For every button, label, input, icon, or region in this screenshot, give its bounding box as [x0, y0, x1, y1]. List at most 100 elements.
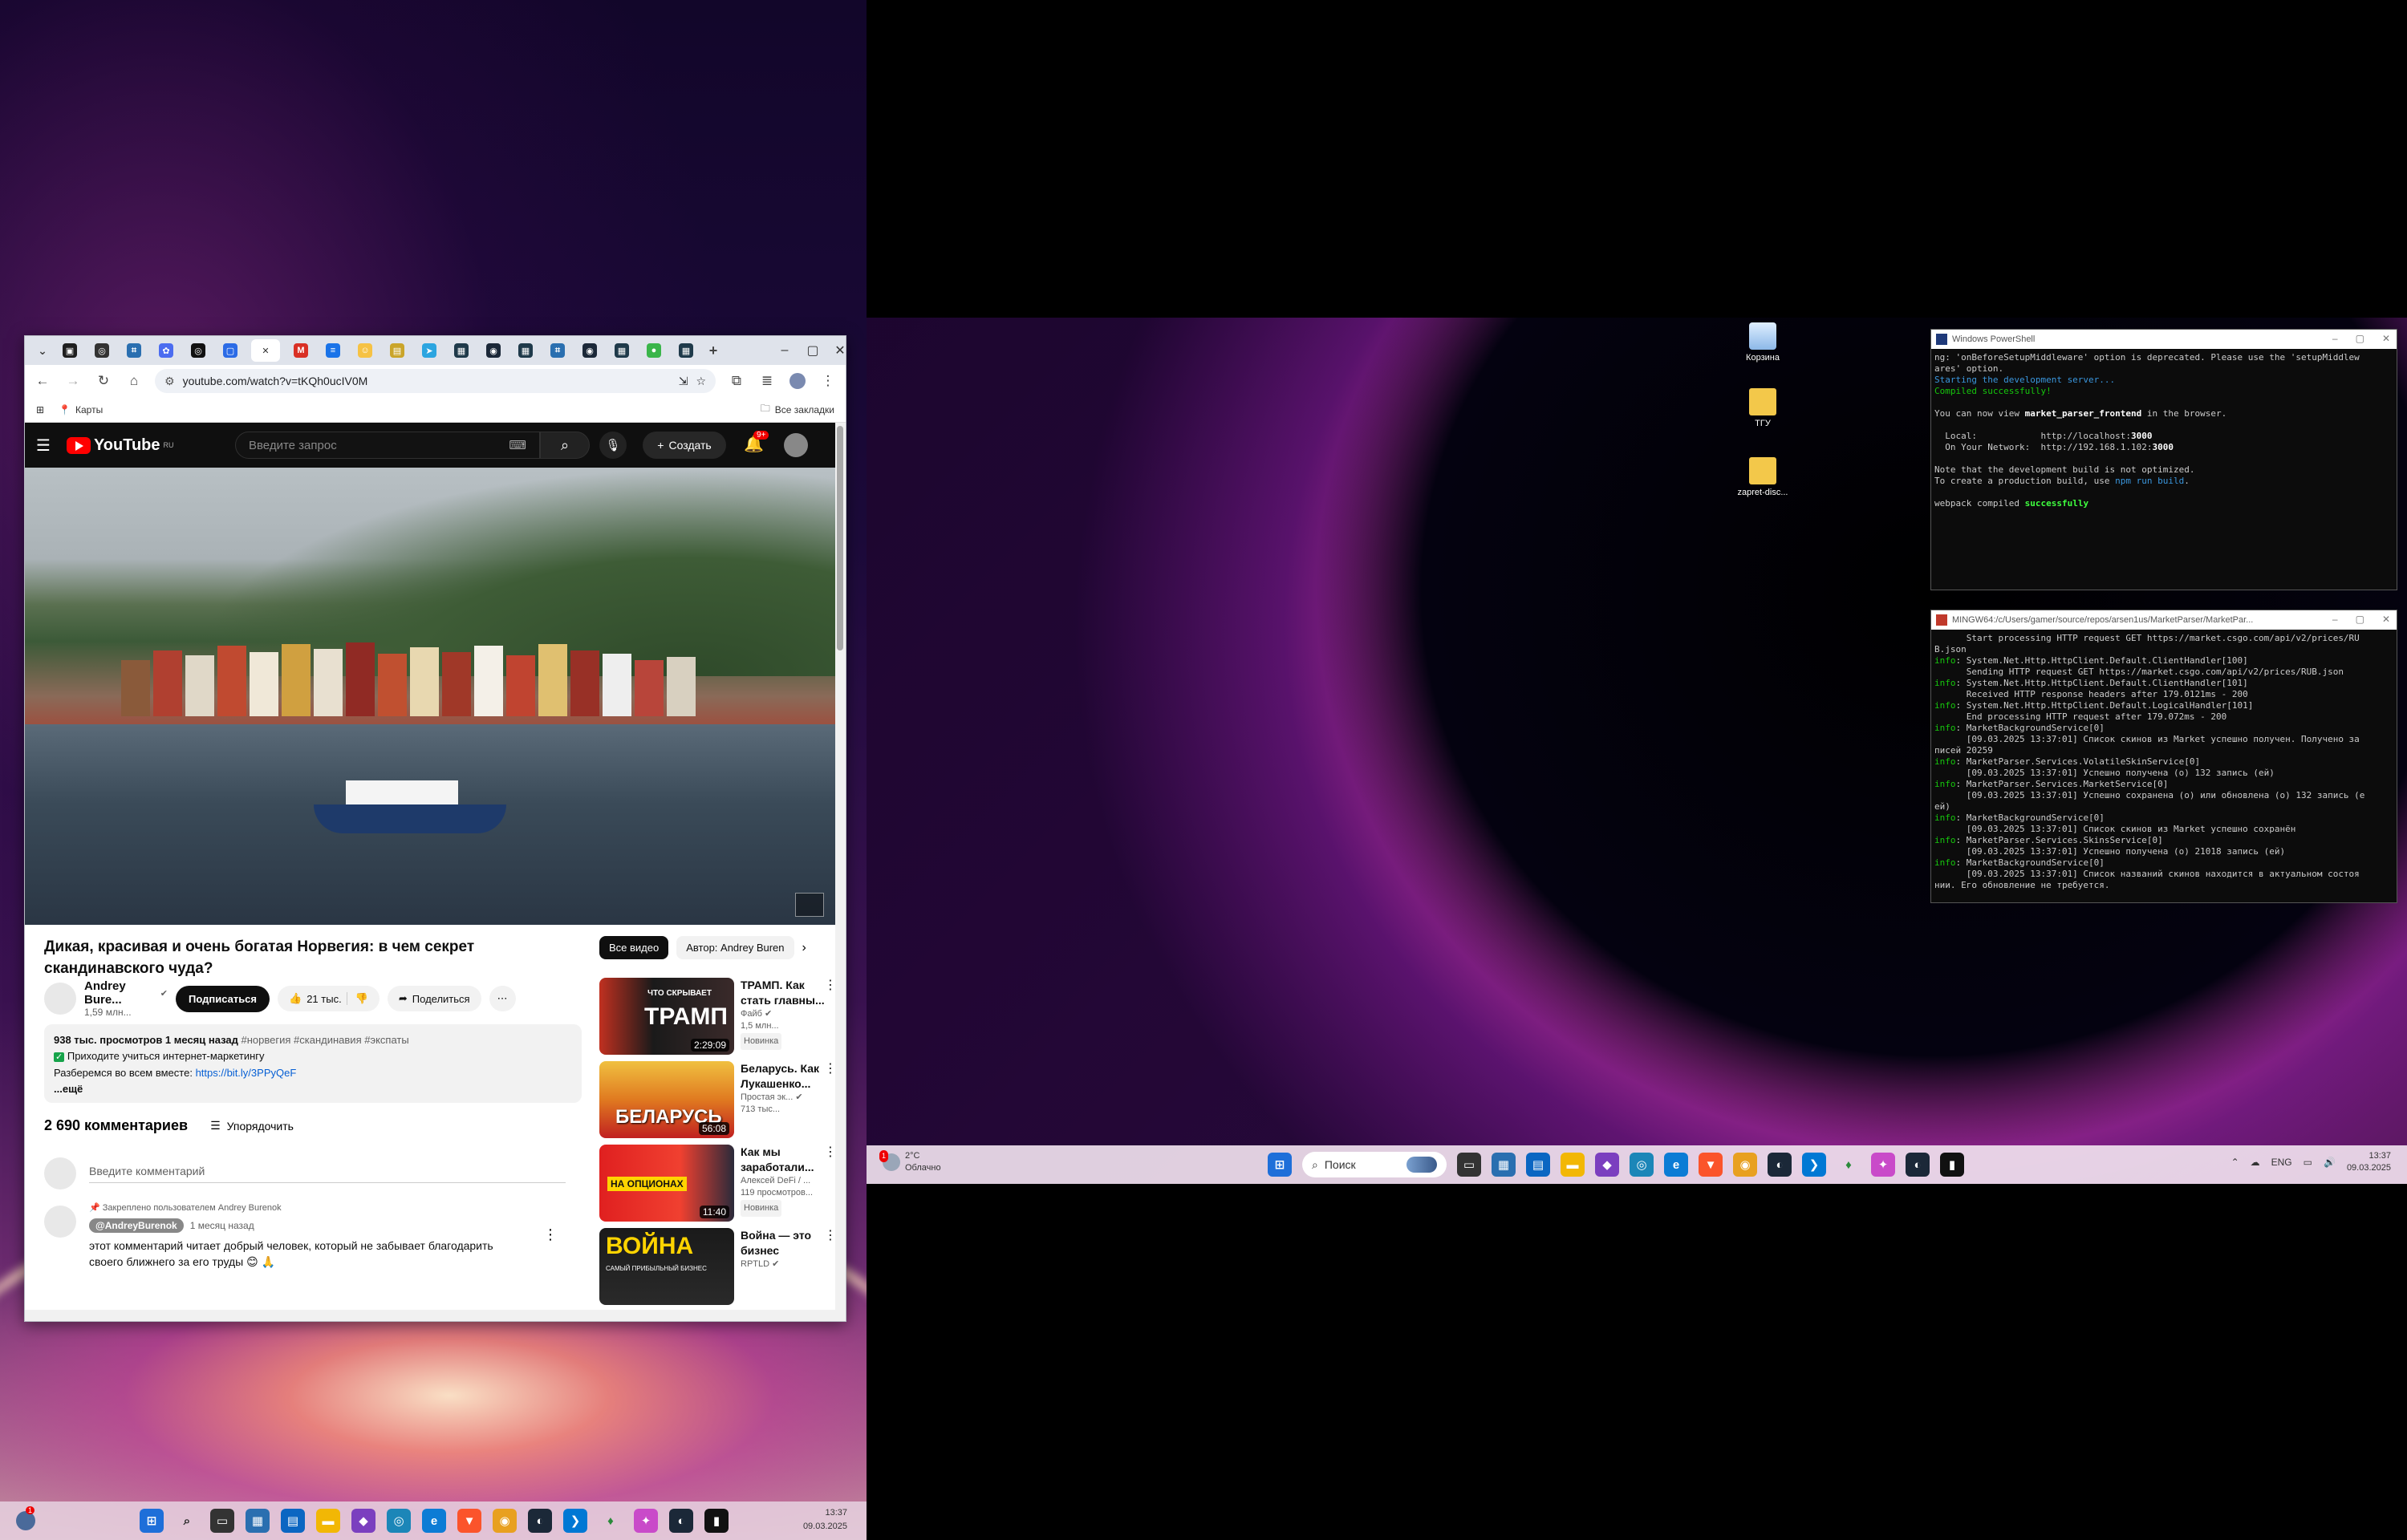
youtube-search-input[interactable]: Введите запрос ⌨ — [235, 432, 540, 459]
browser-tab[interactable]: ⌗ — [123, 339, 145, 362]
desktop-icon-recycle-bin[interactable]: Корзина — [1735, 322, 1791, 363]
create-button[interactable]: + Создать — [643, 432, 726, 459]
subscribe-button[interactable]: Подписаться — [176, 985, 270, 1012]
browser-tab[interactable]: ≡ — [322, 339, 344, 362]
widgets-icon[interactable] — [16, 1511, 35, 1530]
rec-video-1[interactable]: ЧТО СКРЫВАЕТ ТРАМП 2:29:09 ТРАМП. Как ст… — [599, 978, 835, 1058]
terminal-icon[interactable]: ▮ — [1940, 1153, 1964, 1177]
profile-avatar[interactable] — [788, 371, 807, 391]
like-button[interactable]: 👍 21 тыс. 👎 — [278, 986, 380, 1011]
chips-next-icon[interactable]: › — [802, 941, 806, 955]
scrollbar-thumb[interactable] — [837, 426, 843, 650]
search-icon[interactable]: ⌕ — [175, 1509, 199, 1533]
rec-video-3[interactable]: НА ОПЦИОНАХ 11:40 Как мы заработали... А… — [599, 1145, 835, 1225]
maximize-button[interactable]: ▢ — [2356, 333, 2364, 344]
edge-icon[interactable]: e — [1664, 1153, 1688, 1177]
taskbar-search[interactable]: ⌕ Поиск — [1302, 1152, 1447, 1177]
rec-more-icon[interactable]: ⋮ — [824, 978, 835, 993]
voice-search-button[interactable]: 🎙 — [599, 432, 627, 459]
rec-more-icon[interactable]: ⋮ — [824, 1228, 835, 1243]
browser-tab[interactable]: ◉ — [578, 339, 601, 362]
video-description[interactable]: 938 тыс. просмотров 1 месяц назад #норве… — [44, 1024, 582, 1103]
show-more-button[interactable]: ...ещё — [54, 1081, 572, 1097]
bookmark-maps[interactable]: 📍 Карты — [59, 404, 103, 415]
close-window-button[interactable]: ✕ — [2382, 614, 2390, 625]
comment-more-icon[interactable]: ⋮ — [543, 1226, 558, 1243]
start-icon[interactable]: ⊞ — [1268, 1153, 1292, 1177]
back-icon[interactable]: ← — [33, 371, 52, 391]
store-icon[interactable]: ▤ — [1526, 1153, 1550, 1177]
browser-tab[interactable]: ▦ — [514, 339, 537, 362]
horizontal-scrollbar[interactable] — [25, 1310, 846, 1321]
file-explorer-icon[interactable]: ▬ — [316, 1509, 340, 1533]
desc-link[interactable]: https://bit.ly/3PPyQeF — [196, 1067, 297, 1079]
visual-studio-icon[interactable]: ◆ — [1595, 1153, 1619, 1177]
taskbar-right-clock[interactable]: 13:37 09.03.2025 — [2347, 1150, 2391, 1174]
install-icon[interactable]: ⇲ — [679, 375, 688, 388]
steam-icon[interactable]: ◐ — [528, 1509, 552, 1533]
rec-thumb-1[interactable]: ЧТО СКРЫВАЕТ ТРАМП 2:29:09 — [599, 978, 734, 1055]
browser-tab[interactable]: ◉ — [482, 339, 505, 362]
start-icon[interactable]: ⊞ — [140, 1509, 164, 1533]
rec-video-2[interactable]: БЕЛАРУСЬ 56:08 Беларусь. Как Лукашенко..… — [599, 1061, 835, 1141]
terminal-icon[interactable]: ▮ — [704, 1509, 729, 1533]
browser-tab[interactable]: ⌗ — [546, 339, 569, 362]
sort-comments-button[interactable]: ☰ Упорядочить — [210, 1119, 294, 1133]
forward-icon[interactable]: → — [63, 371, 83, 391]
mingw-output[interactable]: Start processing HTTP request GET https:… — [1931, 630, 2397, 894]
browser-tab[interactable]: ▢ — [219, 339, 242, 362]
browser-tab[interactable]: ● — [643, 339, 665, 362]
volume-icon[interactable]: 🔊 — [2324, 1157, 2336, 1168]
visual-studio-icon[interactable]: ◆ — [351, 1509, 375, 1533]
steam-icon-2[interactable]: ◐ — [1906, 1153, 1930, 1177]
search-button[interactable]: ⌕ — [540, 432, 590, 459]
figma-icon[interactable]: ✦ — [1871, 1153, 1895, 1177]
brave-icon[interactable]: ▼ — [457, 1509, 481, 1533]
network-icon[interactable]: ▭ — [2303, 1157, 2312, 1168]
new-tab-button[interactable]: + — [702, 339, 725, 362]
comment-input[interactable]: Введите комментарий — [89, 1165, 566, 1183]
vscode-icon[interactable]: ❯ — [1802, 1153, 1826, 1177]
keyboard-icon[interactable]: ⌨ — [509, 438, 526, 452]
browser-tab[interactable]: ☺ — [354, 339, 376, 362]
channel-name[interactable]: Andrey Bure... — [84, 979, 157, 1007]
media-icon[interactable]: ≣ — [757, 371, 777, 391]
thumbs-down-icon[interactable]: 👎 — [346, 992, 368, 1005]
chip-author[interactable]: Автор: Andrey Buren — [676, 936, 794, 959]
browser-tab[interactable]: ✿ — [155, 339, 177, 362]
mongodb-icon[interactable]: ♦ — [1837, 1153, 1861, 1177]
tab-search-dropdown[interactable]: ⌄ — [31, 339, 54, 362]
edge-icon[interactable]: e — [422, 1509, 446, 1533]
apps-grid-icon[interactable]: ⊞ — [36, 404, 44, 415]
video-player[interactable] — [25, 468, 835, 925]
app-icon[interactable]: ◎ — [387, 1509, 411, 1533]
app-icon[interactable]: ◎ — [1630, 1153, 1654, 1177]
brave-icon[interactable]: ▼ — [1699, 1153, 1723, 1177]
rec-video-4[interactable]: ВОЙНА САМЫЙ ПРИБЫЛЬНЫЙ БИЗНЕС Война — эт… — [599, 1228, 835, 1308]
miniplayer-icon[interactable] — [795, 893, 824, 917]
task-view-icon[interactable]: ▭ — [1457, 1153, 1481, 1177]
browser-tab[interactable]: ◎ — [187, 339, 209, 362]
mongodb-icon[interactable]: ♦ — [599, 1509, 623, 1533]
calculator-icon[interactable]: ▦ — [1492, 1153, 1516, 1177]
tray-overflow-icon[interactable]: ⌃ — [2231, 1157, 2239, 1168]
file-explorer-icon[interactable]: ▬ — [1561, 1153, 1585, 1177]
browser-tab[interactable]: ▣ — [59, 339, 81, 362]
share-button[interactable]: ➦ Поделиться — [387, 986, 481, 1011]
rec-thumb-3[interactable]: НА ОПЦИОНАХ 11:40 — [599, 1145, 734, 1222]
bookmark-star-icon[interactable]: ☆ — [696, 375, 706, 388]
steam-icon[interactable]: ◐ — [1768, 1153, 1792, 1177]
address-bar[interactable]: ⚙ youtube.com/watch?v=tKQh0ucIV0M ⇲ ☆ — [155, 369, 716, 393]
rec-thumb-2[interactable]: БЕЛАРУСЬ 56:08 — [599, 1061, 734, 1138]
steam-icon-2[interactable]: ◐ — [669, 1509, 693, 1533]
chip-all-videos[interactable]: Все видео — [599, 936, 669, 959]
browser-tab[interactable]: ➤ — [418, 339, 440, 362]
powershell-output[interactable]: ng: 'onBeforeSetupMiddleware' option is … — [1931, 349, 2397, 513]
extensions-icon[interactable]: ⧉ — [727, 371, 746, 391]
desktop-icon-tgu[interactable]: ТГУ — [1735, 388, 1791, 428]
browser-tab[interactable]: ◎ — [91, 339, 113, 362]
calculator-icon[interactable]: ▦ — [246, 1509, 270, 1533]
browser-tab[interactable]: ✕ — [251, 339, 280, 362]
taskbar-left-clock[interactable]: 13:37 09.03.2025 — [803, 1506, 847, 1534]
browser-tab[interactable]: ▦ — [611, 339, 633, 362]
